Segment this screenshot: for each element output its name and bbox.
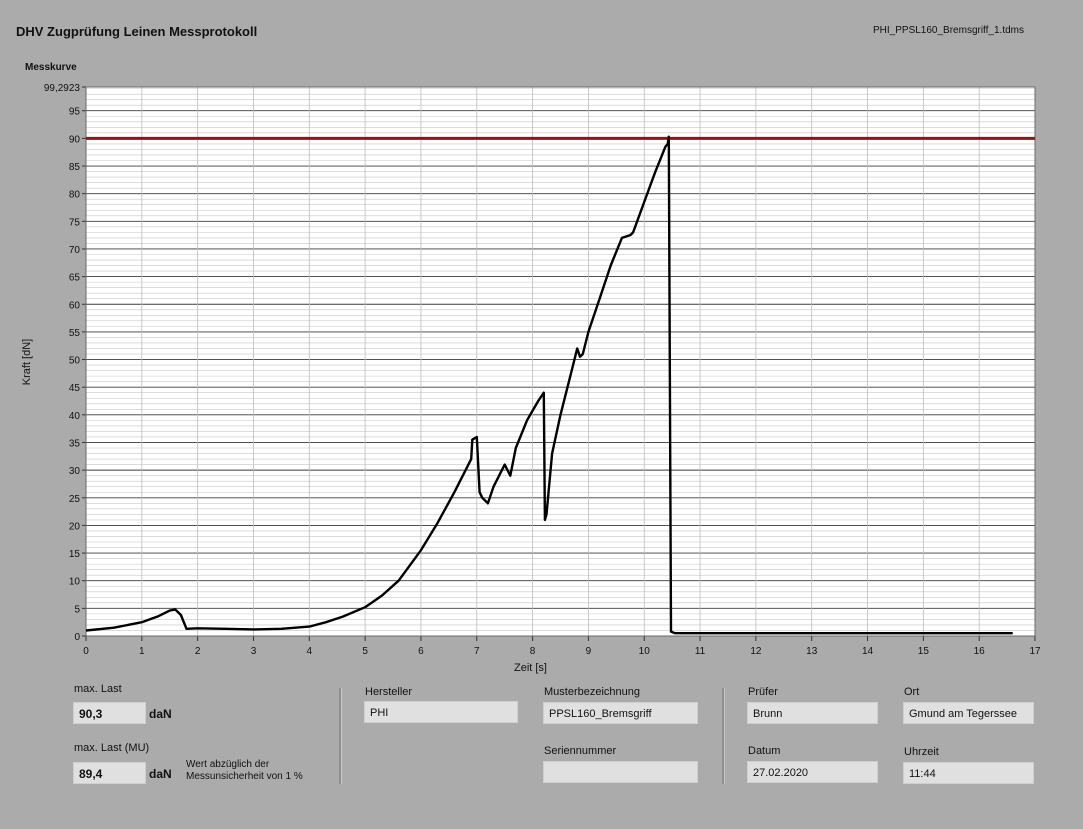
x-tick-label: 3: [251, 646, 257, 657]
x-tick-label: 4: [307, 646, 313, 657]
x-tick-label: 9: [586, 646, 592, 657]
y-tick-label: 0: [74, 632, 80, 643]
x-tick-label: 8: [530, 646, 536, 657]
measurement-chart: 0510152025303540455055606570758085909599…: [21, 83, 1041, 674]
y-tick-label: 20: [69, 521, 81, 532]
ort-label: Ort: [904, 686, 920, 698]
ort-field: Gmund am Tegerssee: [903, 702, 1034, 724]
y-max-label: 99,2923: [44, 83, 81, 94]
y-tick-label: 45: [69, 383, 81, 394]
plot-area: [86, 87, 1035, 636]
y-axis-label: Kraft [dN]: [21, 339, 33, 385]
y-tick-label: 40: [69, 411, 81, 422]
max-load-mu-unit: daN: [149, 767, 172, 781]
x-tick-label: 5: [362, 646, 368, 657]
pruefer-field: Brunn: [747, 702, 878, 724]
x-tick-label: 13: [806, 646, 818, 657]
y-tick-label: 50: [69, 356, 81, 367]
uhrzeit-label: Uhrzeit: [904, 746, 939, 758]
y-tick-label: 5: [74, 604, 80, 615]
separator-1: [339, 688, 342, 784]
y-tick-label: 70: [69, 245, 81, 256]
max-load-label: max. Last: [74, 683, 122, 695]
x-tick-label: 11: [695, 646, 706, 657]
y-tick-label: 60: [69, 300, 81, 311]
mu-note-line1: Wert abzüglich der: [186, 759, 270, 770]
max-load-mu-label: max. Last (MU): [74, 742, 150, 754]
uhrzeit-field: 11:44: [903, 762, 1034, 784]
pruefer-label: Prüfer: [748, 686, 778, 698]
seriennummer-field: [543, 761, 698, 783]
x-tick-label: 17: [1029, 646, 1041, 657]
y-tick-label: 65: [69, 273, 81, 284]
seriennummer-label: Seriennummer: [544, 745, 617, 757]
hersteller-label: Hersteller: [365, 686, 413, 698]
x-tick-label: 12: [750, 646, 762, 657]
datum-field: 27.02.2020: [747, 761, 878, 783]
musterbezeichnung-label: Musterbezeichnung: [544, 686, 641, 698]
y-tick-label: 30: [69, 466, 81, 477]
y-tick-label: 95: [69, 107, 81, 118]
datum-label: Datum: [748, 745, 781, 757]
y-tick-label: 35: [69, 438, 81, 449]
hersteller-field: PHI: [364, 701, 518, 723]
y-tick-label: 90: [69, 134, 81, 145]
y-tick-label: 80: [69, 190, 81, 201]
musterbezeichnung-field: PPSL160_Bremsgriff: [543, 702, 698, 724]
x-tick-label: 6: [418, 646, 424, 657]
mu-note: Wert abzüglich der Messunsicherheit von …: [186, 759, 303, 783]
y-tick-label: 10: [69, 577, 81, 588]
x-tick-label: 2: [195, 646, 201, 657]
x-tick-label: 14: [862, 646, 874, 657]
x-tick-label: 1: [139, 646, 145, 657]
max-load-field: 90,3: [73, 702, 146, 724]
y-tick-label: 75: [69, 217, 81, 228]
max-load-unit: daN: [149, 707, 172, 721]
x-tick-label: 7: [474, 646, 480, 657]
x-tick-label: 15: [918, 646, 930, 657]
y-tick-label: 55: [69, 328, 81, 339]
x-tick-label: 16: [974, 646, 986, 657]
mu-note-line2: Messunsicherheit von 1 %: [186, 771, 303, 782]
y-tick-label: 15: [69, 549, 81, 560]
x-tick-label: 0: [83, 646, 89, 657]
y-tick-label: 85: [69, 162, 81, 173]
x-axis-label: Zeit [s]: [514, 662, 547, 674]
separator-2: [722, 688, 725, 784]
max-load-mu-field: 89,4: [73, 762, 146, 784]
y-tick-label: 25: [69, 494, 81, 505]
x-tick-label: 10: [639, 646, 651, 657]
